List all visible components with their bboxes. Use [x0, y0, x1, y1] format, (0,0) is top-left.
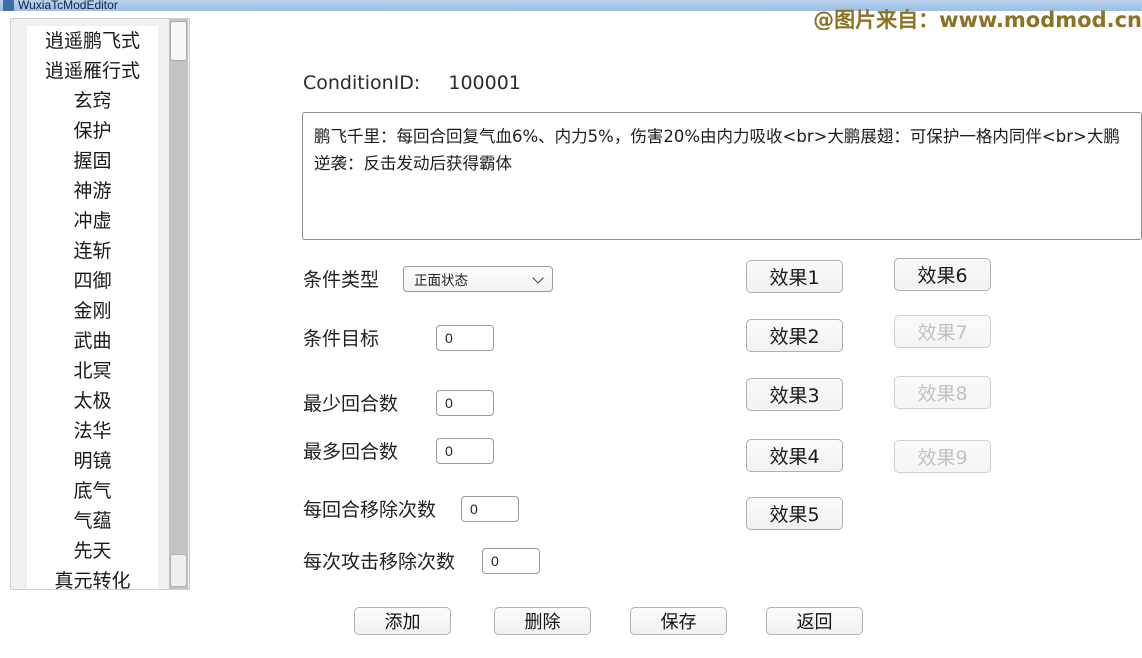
delete-button[interactable]: 删除: [494, 607, 591, 635]
effect-button-1[interactable]: 效果1: [746, 260, 843, 293]
condition-target-label: 条件目标: [303, 328, 380, 350]
list-item[interactable]: 保护: [27, 116, 158, 146]
list-item[interactable]: 气蕴: [27, 506, 158, 536]
condition-id-label: ConditionID:: [303, 72, 421, 94]
list-item[interactable]: 逍遥雁行式: [27, 56, 158, 86]
effect-button-7: 效果7: [894, 315, 991, 348]
effect-button-6[interactable]: 效果6: [894, 258, 991, 291]
list-item[interactable]: 法华: [27, 416, 158, 446]
effect-button-2[interactable]: 效果2: [746, 319, 843, 352]
back-button[interactable]: 返回: [766, 607, 863, 635]
min-rounds-label: 最少回合数: [303, 393, 399, 415]
max-rounds-input[interactable]: [436, 437, 494, 464]
condition-target-input[interactable]: [436, 324, 494, 351]
condition-type-row: 条件类型 正面状态: [303, 265, 553, 292]
remove-per-round-input[interactable]: [461, 495, 519, 522]
list-item[interactable]: 底气: [27, 476, 158, 506]
effect-button-8: 效果8: [894, 376, 991, 409]
condition-list[interactable]: 逍遥鹏飞式 逍遥雁行式 玄窍 保护 握固 神游 冲虚 连斩 四御 金刚 武曲 北冥 太极 法华 明镜 底气 气蕴…: [27, 26, 158, 589]
condition-type-value: 正面状态: [414, 272, 468, 289]
window-title: WuxiaTcModEditor: [18, 0, 118, 11]
list-item[interactable]: 真元转化: [27, 566, 158, 589]
scrollbar-thumb[interactable]: [170, 21, 187, 61]
list-item[interactable]: 先天: [27, 536, 158, 566]
condition-id-row: ConditionID: 100001: [303, 72, 521, 94]
list-item[interactable]: 北冥: [27, 356, 158, 386]
min-rounds-input[interactable]: [436, 389, 494, 416]
list-item[interactable]: 冲虚: [27, 206, 158, 236]
list-item[interactable]: 明镜: [27, 446, 158, 476]
list-item[interactable]: 太极: [27, 386, 158, 416]
effect-button-3[interactable]: 效果3: [746, 378, 843, 411]
remove-per-round-row: 每回合移除次数: [303, 495, 519, 522]
effect-button-5[interactable]: 效果5: [746, 497, 843, 530]
remove-per-attack-input[interactable]: [482, 547, 540, 574]
list-item[interactable]: 玄窍: [27, 86, 158, 116]
description-textarea[interactable]: 鹏飞千里：每回合回复气血6%、内力5%，伤害20%由内力吸收<br>大鹏展翅：可…: [302, 112, 1142, 240]
list-item[interactable]: 武曲: [27, 326, 158, 356]
remove-per-round-label: 每回合移除次数: [303, 499, 437, 521]
list-item[interactable]: 神游: [27, 176, 158, 206]
scrollbar-thumb-bottom[interactable]: [170, 554, 187, 587]
max-rounds-label: 最多回合数: [303, 441, 399, 463]
list-scrollbar[interactable]: [169, 19, 188, 589]
list-item[interactable]: 握固: [27, 146, 158, 176]
condition-type-select[interactable]: 正面状态: [403, 265, 553, 292]
save-button[interactable]: 保存: [630, 607, 727, 635]
remove-per-attack-row: 每次攻击移除次数: [303, 547, 540, 574]
list-item[interactable]: 四御: [27, 266, 158, 296]
min-rounds-row: 最少回合数: [303, 389, 494, 416]
app-icon: [3, 0, 14, 11]
scrollbar-track[interactable]: [169, 19, 188, 589]
effect-button-4[interactable]: 效果4: [746, 439, 843, 472]
list-item[interactable]: 连斩: [27, 236, 158, 266]
condition-target-row: 条件目标: [303, 324, 494, 351]
watermark-text: @图片来自：www.modmod.cn: [813, 9, 1142, 30]
condition-id-value: 100001: [448, 72, 521, 94]
remove-per-attack-label: 每次攻击移除次数: [303, 551, 456, 573]
condition-list-panel: 逍遥鹏飞式 逍遥雁行式 玄窍 保护 握固 神游 冲虚 连斩 四御 金刚 武曲 北冥 太极 法华 明镜 底气 气蕴…: [10, 18, 190, 590]
effect-button-9: 效果9: [894, 440, 991, 473]
add-button[interactable]: 添加: [354, 607, 451, 635]
chevron-down-icon: [533, 273, 544, 284]
list-item[interactable]: 金刚: [27, 296, 158, 326]
list-item[interactable]: 逍遥鹏飞式: [27, 26, 158, 56]
max-rounds-row: 最多回合数: [303, 437, 494, 464]
condition-type-label: 条件类型: [303, 269, 380, 291]
